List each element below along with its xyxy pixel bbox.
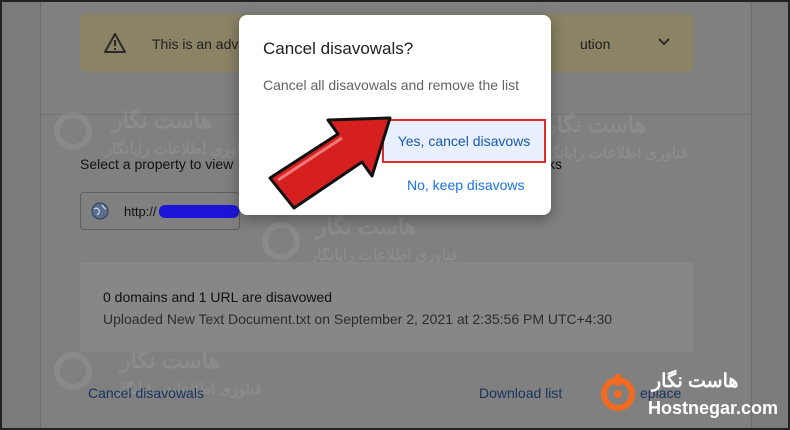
property-select-label: Select a property to view — [80, 156, 234, 172]
confirm-cancel-button[interactable]: Yes, cancel disavows — [382, 119, 546, 163]
watermark-circle — [262, 222, 300, 260]
property-url: http:// — [124, 204, 157, 219]
property-selector[interactable]: http:// — [80, 192, 240, 230]
dialog-body: Cancel all disavowals and remove the lis… — [263, 77, 520, 93]
keep-disavows-button[interactable]: No, keep disavows — [407, 177, 525, 193]
brand-name-fa: هاست نگار — [652, 371, 739, 392]
download-list-link[interactable]: Download list — [479, 385, 562, 401]
warning-text-tail: ution — [580, 36, 611, 52]
watermark-circle — [54, 112, 92, 150]
watermark-circle — [54, 352, 92, 390]
pointer-arrow-icon — [268, 116, 392, 210]
brand-domain: Hostnegar.com — [648, 398, 779, 418]
globe-icon — [91, 202, 109, 220]
watermark-tagline: فناوری اطلاعات رایانگار — [540, 145, 688, 162]
watermark-logo-text: هاست نگار — [546, 112, 647, 137]
redaction-mark — [159, 205, 239, 218]
cancel-disavowals-link[interactable]: Cancel disavowals — [88, 385, 204, 401]
watermark-logo-text: هاست نگار — [112, 108, 213, 133]
upload-info: Uploaded New Text Document.txt on Septem… — [103, 311, 613, 327]
hostnegar-brand: هاست نگار Hostnegar.com — [592, 362, 790, 428]
chevron-down-icon[interactable] — [657, 35, 671, 49]
disavow-summary: 0 domains and 1 URL are disavowed Upload… — [80, 262, 693, 352]
warning-icon — [104, 33, 126, 53]
dialog-title: Cancel disavowals? — [263, 39, 414, 58]
hostnegar-logo-icon — [601, 374, 635, 411]
disavow-count: 0 domains and 1 URL are disavowed — [103, 289, 333, 305]
warning-text: This is an adv — [152, 36, 239, 52]
